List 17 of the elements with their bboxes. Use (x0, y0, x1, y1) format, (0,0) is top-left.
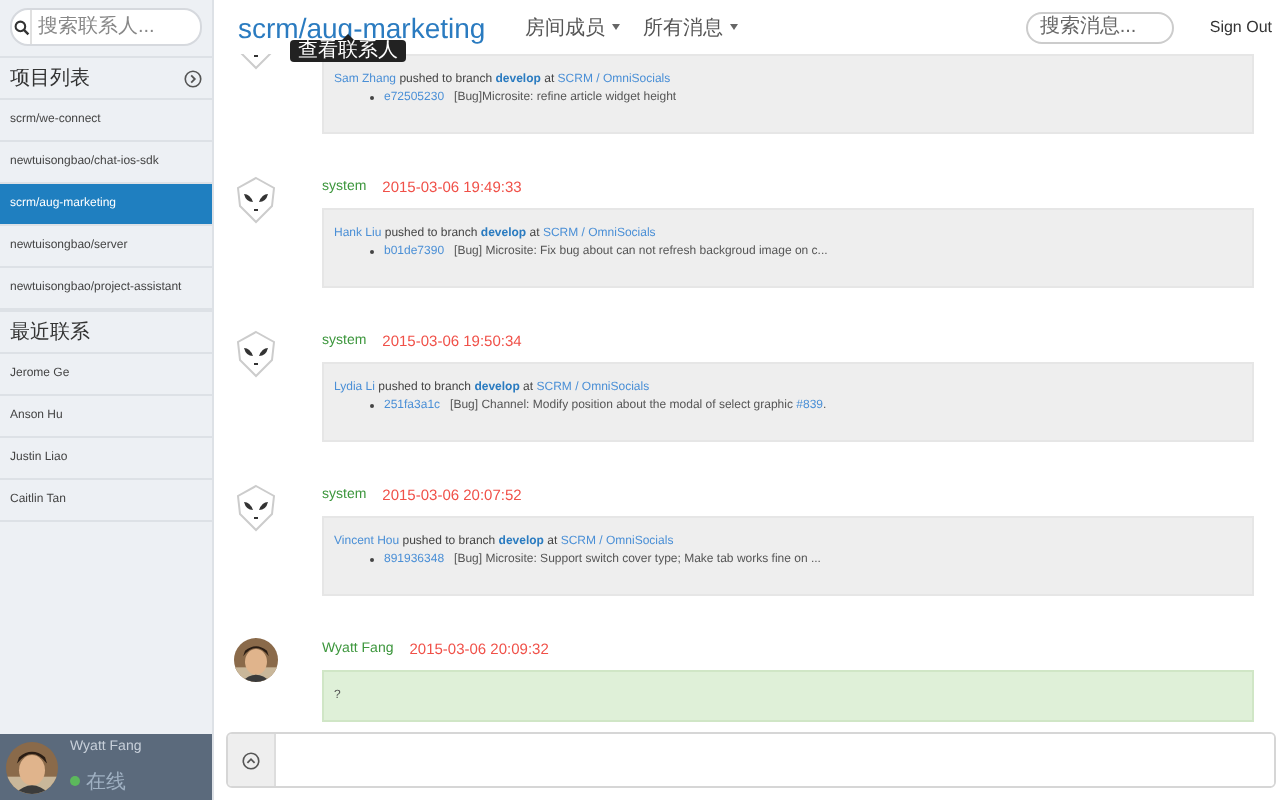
caret-icon (611, 24, 620, 30)
message-search-field[interactable]: 搜索消息... (1025, 11, 1174, 43)
room-title: scrm/aug-marketing (238, 11, 486, 43)
dropdown-menu[interactable]: 所有消息 (643, 13, 738, 41)
dropdown-menu[interactable]: 房间成员 (525, 13, 620, 41)
status-text: 在线 (86, 769, 126, 795)
expand-button[interactable] (228, 734, 276, 786)
arrow-circle-icon[interactable] (184, 69, 202, 87)
contact-search-box[interactable]: 搜索联系人... (10, 8, 202, 46)
search-icon (13, 19, 29, 35)
section-title: 最近联系 (10, 319, 90, 346)
tooltip: 查看联系人 (290, 40, 406, 62)
caret-icon (729, 24, 738, 30)
contact-search-field[interactable]: 搜索联系人... (32, 16, 200, 38)
sign-out-link[interactable]: Sign Out (1209, 18, 1272, 36)
chevron-up-icon[interactable] (242, 751, 260, 769)
section-title: 项目列表 (10, 65, 90, 92)
